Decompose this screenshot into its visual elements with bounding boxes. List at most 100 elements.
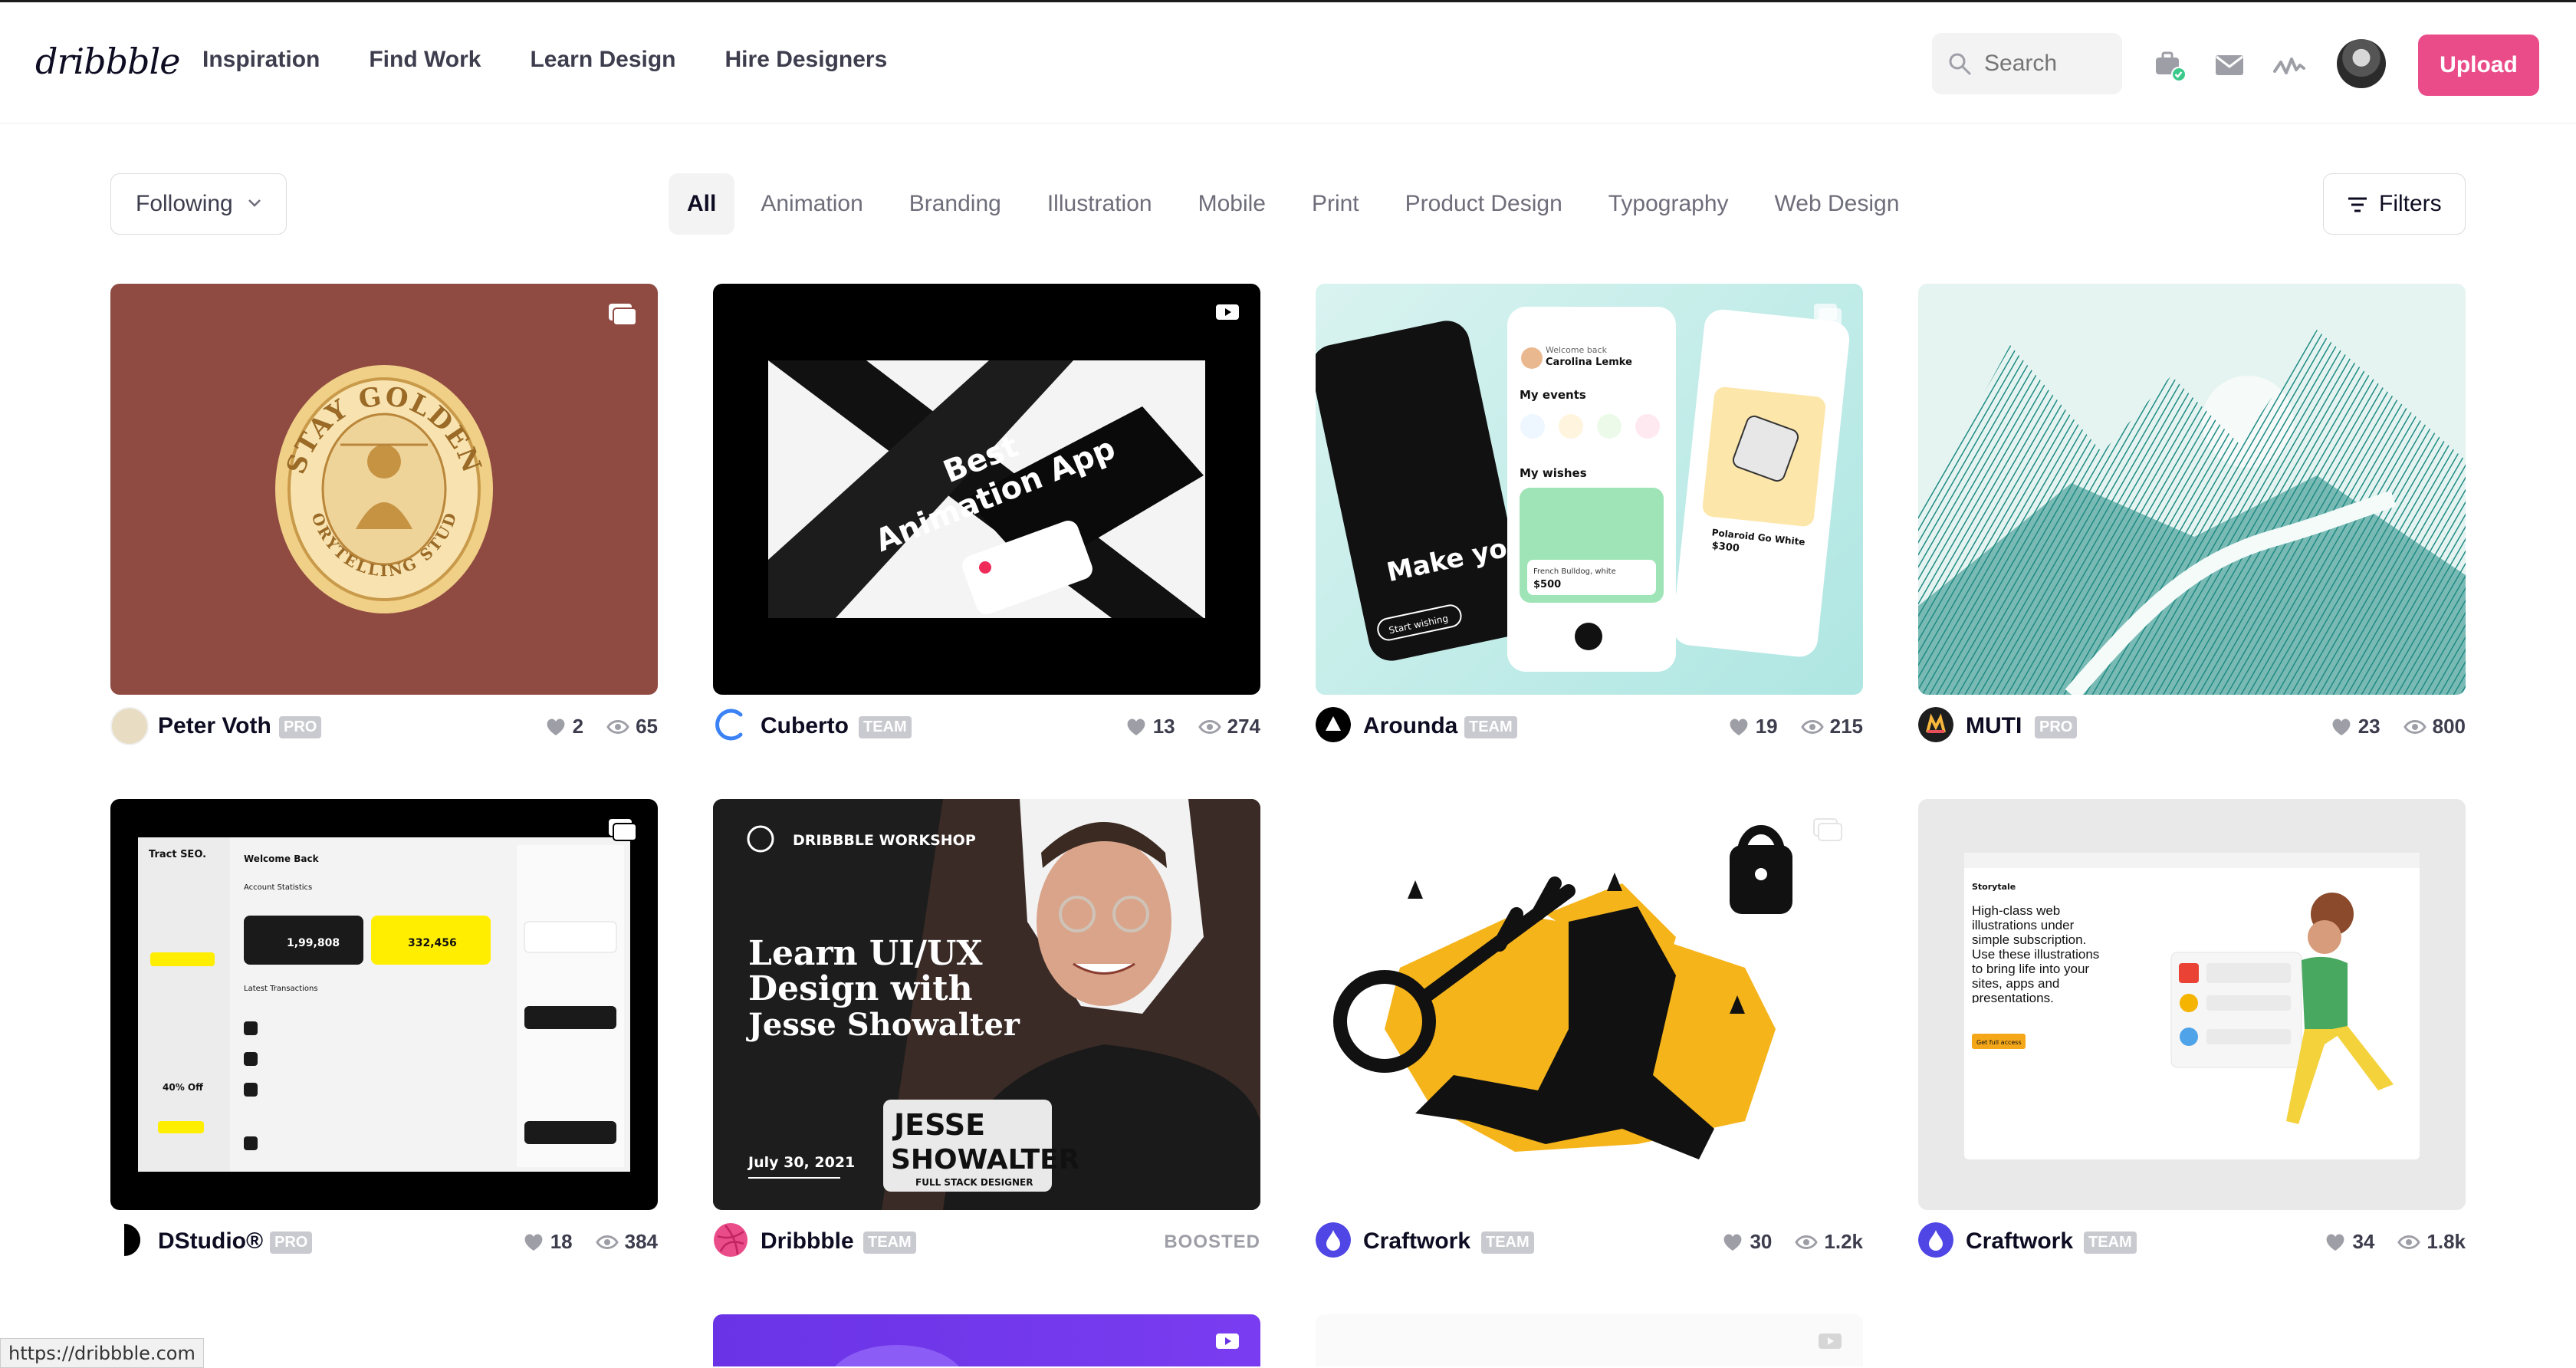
shot-thumbnail[interactable]: DRIBBBLE WORKSHOP Learn UI/UX Design wit… <box>713 799 1260 1210</box>
shot-artwork <box>1918 284 2466 695</box>
views-count: 800 <box>2432 715 2466 738</box>
heart-icon[interactable] <box>1722 1232 1743 1252</box>
pro-badge: PRO <box>279 716 322 738</box>
shot-art-text: 332,456 <box>408 937 457 949</box>
author-name[interactable]: Peter Voth <box>158 713 271 739</box>
tab-animation[interactable]: Animation <box>738 173 886 235</box>
pro-badge: PRO <box>2035 716 2078 738</box>
shot-artwork: Make your wish Start wishing Welcome bac… <box>1316 307 1850 672</box>
tab-web-design[interactable]: Web Design <box>1752 173 1923 235</box>
author-avatar[interactable] <box>713 1222 748 1258</box>
author-avatar[interactable] <box>110 1222 146 1258</box>
tab-illustration[interactable]: Illustration <box>1024 173 1175 235</box>
nav-hire-designers[interactable]: Hire Designers <box>725 47 888 73</box>
author-avatar[interactable] <box>110 707 149 745</box>
tab-typography[interactable]: Typography <box>1585 173 1752 235</box>
eye-icon <box>595 1235 619 1249</box>
shot-meta: Peter Voth PRO 2 65 <box>110 707 658 745</box>
likes-count: 18 <box>550 1230 573 1253</box>
shot-artwork: DRIBBBLE WORKSHOP Learn UI/UX Design wit… <box>713 799 1260 1210</box>
author-avatar[interactable] <box>1918 707 1953 742</box>
shot-thumbnail[interactable] <box>1316 799 1863 1210</box>
status-bar-url: https://dribbble.com <box>0 1338 204 1368</box>
team-badge: TEAM <box>2084 1232 2137 1254</box>
filters-button[interactable]: Filters <box>2323 173 2466 235</box>
author-name[interactable]: Craftwork <box>1363 1228 1470 1255</box>
author-avatar[interactable] <box>713 707 748 742</box>
dribbble-logo[interactable]: dribbble <box>35 41 180 82</box>
author-name[interactable]: DStudio® <box>158 1228 263 1255</box>
shot-art-text: FULL STACK DESIGNER <box>915 1177 1033 1188</box>
shot-art-text: High-class web illustrations under simpl… <box>1972 903 2100 1003</box>
likes-count: 34 <box>2352 1230 2375 1253</box>
shot-art-text: Learn UI/UX <box>748 934 983 973</box>
nav-inspiration[interactable]: Inspiration <box>202 47 320 73</box>
likes-count: 19 <box>1755 715 1778 738</box>
briefcase-icon[interactable] <box>2153 48 2187 82</box>
shot-thumbnail[interactable] <box>1918 284 2466 695</box>
nav-learn-design[interactable]: Learn Design <box>530 47 675 73</box>
shot-art-text: French Bulldog, white <box>1533 567 1616 576</box>
heart-icon[interactable] <box>1125 717 1147 737</box>
shot-art-text: 40% Off <box>163 1082 203 1093</box>
likes-count: 2 <box>572 715 584 738</box>
shot-thumbnail[interactable]: Make your wish Start wishing Welcome bac… <box>1316 284 1863 695</box>
site-header: dribbble Inspiration Find Work Learn Des… <box>0 2 2576 123</box>
shot-artwork <box>835 1345 959 1366</box>
shot-thumbnail[interactable] <box>1316 1314 1863 1366</box>
heart-icon[interactable] <box>2331 717 2352 737</box>
heart-icon[interactable] <box>523 1232 544 1252</box>
author-name[interactable]: Craftwork <box>1966 1228 2073 1255</box>
shot-thumbnail[interactable]: Best Animation App <box>713 284 1260 695</box>
team-badge: TEAM <box>1481 1232 1534 1254</box>
shot-stats: 19 215 <box>1728 715 1863 738</box>
shot-artwork <box>1333 825 1792 1159</box>
shot-art-text: Welcome back <box>1546 345 1608 355</box>
following-dropdown[interactable]: Following <box>110 173 287 235</box>
eye-icon <box>2403 719 2426 734</box>
author-avatar[interactable] <box>1316 1222 1351 1258</box>
author-name[interactable]: Dribbble <box>761 1228 854 1255</box>
heart-icon[interactable] <box>2325 1232 2346 1252</box>
tab-product-design[interactable]: Product Design <box>1382 173 1585 235</box>
author-name[interactable]: Arounda <box>1363 713 1457 739</box>
activity-icon[interactable] <box>2272 48 2306 82</box>
shot-thumbnail[interactable]: Storytale High-class web illustrations u… <box>1918 799 2466 1210</box>
shot-thumbnail[interactable] <box>713 1314 1260 1366</box>
author-name[interactable]: MUTI <box>1966 713 2022 739</box>
shot-art-text: My events <box>1520 388 1586 402</box>
upload-button[interactable]: Upload <box>2418 35 2539 96</box>
shot-thumbnail[interactable]: STAY GOLDEN STORYTELLING STUDIO <box>110 284 658 695</box>
author-avatar[interactable] <box>1918 1222 1953 1258</box>
nav-find-work[interactable]: Find Work <box>369 47 481 73</box>
search-box[interactable] <box>1932 33 2122 94</box>
boosted-label: BOOSTED <box>1164 1232 1260 1252</box>
shot-artwork: Best Animation App <box>768 360 1205 618</box>
shot-stats: 23 800 <box>2331 715 2466 738</box>
author-name[interactable]: Cuberto <box>761 713 849 739</box>
mail-icon[interactable] <box>2213 48 2246 82</box>
user-avatar[interactable] <box>2337 39 2386 88</box>
tab-print[interactable]: Print <box>1289 173 1382 235</box>
shot-art-text: Storytale <box>1972 882 2016 892</box>
views-count: 65 <box>636 715 658 738</box>
shot-art-text: Welcome Back <box>244 853 320 864</box>
tab-mobile[interactable]: Mobile <box>1175 173 1289 235</box>
shot-art-text: Tract SEO. <box>149 849 206 860</box>
tab-all[interactable]: All <box>669 173 735 235</box>
author-avatar[interactable] <box>1316 707 1351 742</box>
heart-icon[interactable] <box>1728 717 1750 737</box>
shot-art-text: DRIBBBLE WORKSHOP <box>793 832 976 849</box>
tab-branding[interactable]: Branding <box>886 173 1024 235</box>
shot-artwork: Storytale High-class web illustrations u… <box>1964 853 2420 1159</box>
shot-art-text: My wishes <box>1520 466 1587 480</box>
search-input[interactable] <box>1983 50 2116 77</box>
chevron-down-icon <box>248 199 261 207</box>
video-icon <box>1216 1333 1239 1349</box>
shot-art-text: Account Statistics <box>244 883 312 892</box>
eye-icon <box>2397 1235 2421 1249</box>
shot-thumbnail[interactable]: Tract SEO. Welcome Back Account Statisti… <box>110 799 658 1210</box>
shot-artwork: STAY GOLDEN STORYTELLING STUDIO <box>110 284 493 613</box>
heart-icon[interactable] <box>545 717 567 737</box>
shot-stats: 2 65 <box>545 715 658 738</box>
